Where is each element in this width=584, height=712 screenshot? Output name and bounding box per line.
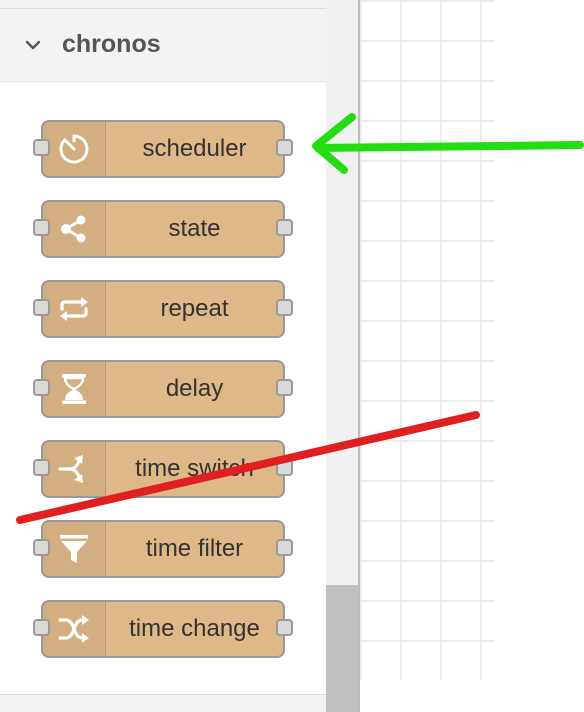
node-icon-area xyxy=(43,122,106,176)
palette-scrollbar[interactable] xyxy=(326,0,358,712)
palette-node-state[interactable]: state xyxy=(33,200,293,258)
output-port[interactable] xyxy=(276,619,293,636)
workspace-grid xyxy=(360,0,494,680)
output-port[interactable] xyxy=(276,459,293,476)
split-arrows-icon xyxy=(58,455,83,483)
node-icon-area xyxy=(43,522,106,576)
output-port[interactable] xyxy=(276,379,293,396)
input-port[interactable] xyxy=(33,459,50,476)
scrollbar-thumb[interactable] xyxy=(326,585,358,712)
flow-workspace[interactable] xyxy=(360,0,584,712)
node-label: repeat xyxy=(160,295,229,322)
output-port[interactable] xyxy=(276,299,293,316)
timer-icon xyxy=(59,134,89,164)
input-port[interactable] xyxy=(33,139,50,156)
palette-node-time-change[interactable]: time change xyxy=(33,600,293,658)
node-body: time change xyxy=(41,600,285,658)
node-label: time switch xyxy=(135,455,254,482)
node-icon-area xyxy=(43,362,106,416)
input-port[interactable] xyxy=(33,539,50,556)
output-port[interactable] xyxy=(276,139,293,156)
palette-node-scheduler[interactable]: scheduler xyxy=(33,120,293,178)
node-icon-area xyxy=(43,442,106,496)
node-label: time filter xyxy=(145,535,244,562)
node-label: delay xyxy=(165,375,224,402)
next-category-header[interactable] xyxy=(0,694,326,712)
node-label: time change xyxy=(129,615,260,642)
node-label: scheduler xyxy=(142,135,247,162)
palette-node-time-filter[interactable]: time filter xyxy=(33,520,293,578)
category-header-chronos[interactable]: chronos xyxy=(0,9,326,82)
input-port[interactable] xyxy=(33,219,50,236)
node-body: state xyxy=(41,200,285,258)
palette-node-repeat[interactable]: repeat xyxy=(33,280,293,338)
funnel-icon xyxy=(60,535,88,563)
share-nodes-icon xyxy=(61,215,86,243)
chevron-down-icon xyxy=(25,40,41,50)
repeat-icon xyxy=(60,297,88,321)
node-body: delay xyxy=(41,360,285,418)
input-port[interactable] xyxy=(33,299,50,316)
node-icon-area xyxy=(43,282,106,336)
node-body: time switch xyxy=(41,440,285,498)
output-port[interactable] xyxy=(276,539,293,556)
previous-category-footer xyxy=(0,0,326,9)
node-body: time filter xyxy=(41,520,285,578)
palette-node-delay[interactable]: delay xyxy=(33,360,293,418)
category-title: chronos xyxy=(62,30,161,58)
node-body: scheduler xyxy=(41,120,285,178)
node-red-editor: chronos scheduler state repeat delay tim… xyxy=(0,0,584,712)
input-port[interactable] xyxy=(33,379,50,396)
node-body: repeat xyxy=(41,280,285,338)
node-icon-area xyxy=(43,202,106,256)
node-icon-area xyxy=(43,602,106,656)
palette-node-time-switch[interactable]: time switch xyxy=(33,440,293,498)
input-port[interactable] xyxy=(33,619,50,636)
shuffle-icon xyxy=(58,615,89,643)
node-palette: chronos scheduler state repeat delay tim… xyxy=(0,0,326,712)
hourglass-icon xyxy=(62,374,86,404)
node-label: state xyxy=(168,215,221,242)
output-port[interactable] xyxy=(276,219,293,236)
